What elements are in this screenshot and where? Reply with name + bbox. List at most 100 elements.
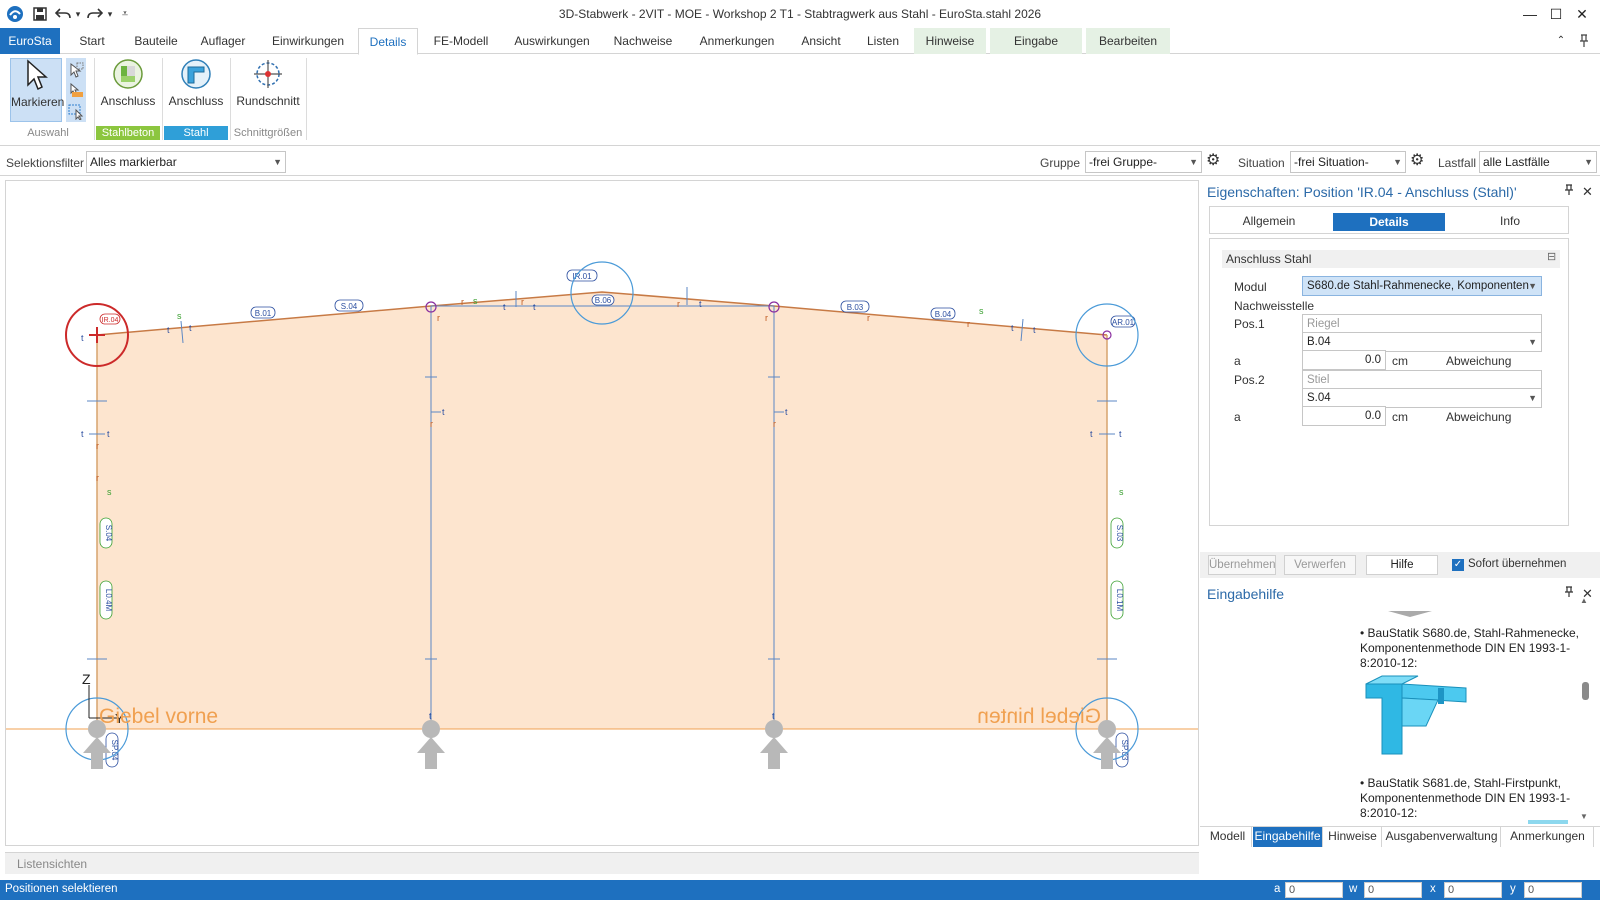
tab-ansicht[interactable]: Ansicht (794, 28, 848, 54)
tab-auswirkungen[interactable]: Auswirkungen (508, 28, 596, 54)
tag-s03-right[interactable]: S.03 (1115, 525, 1124, 542)
tab-info[interactable]: Info (1455, 211, 1565, 231)
tag-b04[interactable]: B.04 (935, 310, 952, 319)
tab-modell[interactable]: Modell (1204, 827, 1252, 847)
tag-sp03[interactable]: SP.03 (1120, 740, 1129, 761)
tag-l01[interactable]: L0.1M (1115, 589, 1124, 612)
pin-icon[interactable] (1564, 184, 1574, 199)
tab-details-props[interactable]: Details (1333, 213, 1445, 231)
tag-ar01[interactable]: AR.01 (1112, 318, 1135, 327)
a1-input[interactable]: 0.0 (1302, 350, 1386, 370)
tab-auflager[interactable]: Auflager (192, 28, 254, 54)
anschluss-stahl-button[interactable]: Anschluss (166, 58, 226, 122)
gruppe-label: Gruppe (1040, 156, 1081, 170)
collapse-icon[interactable]: ⊟ (1547, 250, 1556, 263)
lastfall-select[interactable]: alle Lastfälle ▼ (1479, 151, 1597, 173)
selektionsfilter-select[interactable]: Alles markierbar ▼ (86, 151, 286, 173)
situation-label: Situation (1238, 156, 1285, 170)
scroll-down-icon[interactable]: ▼ (1580, 812, 1588, 821)
gruppe-settings-gear-icon[interactable]: ⚙ (1206, 153, 1220, 169)
tab-ausgabenverwaltung[interactable]: Ausgabenverwaltung (1383, 827, 1501, 847)
tab-hinweise-dock[interactable]: Hinweise (1324, 827, 1382, 847)
markieren-button[interactable]: Markieren (10, 58, 64, 122)
tab-fe-modell[interactable]: FE-Modell (426, 28, 496, 54)
tag-l04[interactable]: L0.4M (104, 589, 113, 612)
close-icon[interactable]: ✕ (1582, 184, 1593, 200)
help-scrollbar[interactable]: ▲ ▼ (1580, 596, 1590, 821)
tab-listen[interactable]: Listen (858, 28, 908, 54)
a2-abweichung[interactable]: Abweichung (1446, 410, 1511, 424)
tag-sp04[interactable]: SP.04 (110, 740, 119, 761)
pos2-select[interactable]: S.04 ▼ (1302, 388, 1542, 408)
maximize-button[interactable]: ☐ (1543, 3, 1569, 25)
select-window-icon[interactable] (68, 104, 84, 123)
tag-s04-top[interactable]: S.04 (341, 302, 358, 311)
tag-b06[interactable]: B.06 (595, 296, 612, 305)
sofort-checkbox[interactable]: ✓ (1452, 559, 1464, 571)
tab-anmerkungen-dock[interactable]: Anmerkungen (1502, 827, 1594, 847)
hilfe-button[interactable]: Hilfe (1366, 555, 1438, 575)
a1-label: a (1234, 354, 1241, 368)
ribbon-panel: Markieren Auswahl Anschluss Stahlbeton A… (0, 54, 1600, 146)
anschluss-stahlbeton-button[interactable]: Anschluss (98, 58, 158, 122)
tab-bauteile[interactable]: Bauteile (124, 28, 188, 54)
coord-a-input[interactable]: 0 (1285, 882, 1343, 898)
tab-nachweise[interactable]: Nachweise (606, 28, 680, 54)
situation-select[interactable]: -frei Situation- ▼ (1290, 151, 1406, 173)
coord-x-input[interactable]: 0 (1444, 882, 1502, 898)
tab-start[interactable]: Start (66, 28, 118, 54)
tab-anmerkungen[interactable]: Anmerkungen (690, 28, 784, 54)
uebernehmen-button[interactable]: Übernehmen (1208, 555, 1276, 575)
verwerfen-button[interactable]: Verwerfen (1284, 555, 1356, 575)
rundschnitt-label: Rundschnitt (236, 94, 300, 108)
coord-w-input[interactable]: 0 (1364, 882, 1422, 898)
svg-text:r: r (867, 313, 870, 323)
collapse-ribbon-icon[interactable]: ⌃ (1554, 28, 1568, 54)
listensichten-label[interactable]: Listensichten (17, 857, 87, 871)
pos1-select[interactable]: B.04 ▼ (1302, 332, 1542, 352)
tag-ir04[interactable]: IR.04 (102, 317, 119, 324)
scroll-up-icon[interactable]: ▲ (1580, 596, 1588, 605)
tab-bearbeiten[interactable]: Bearbeiten (1086, 28, 1170, 54)
tab-einwirkungen[interactable]: Einwirkungen (264, 28, 352, 54)
chevron-down-icon: ▼ (1189, 157, 1198, 167)
chevron-down-icon: ▼ (1528, 281, 1537, 291)
modul-select[interactable]: S680.de Stahl-Rahmenecke, Komponenten ▼ (1302, 276, 1542, 296)
tab-eingabe[interactable]: Eingabe (990, 28, 1082, 54)
pos1-value: B.04 (1307, 336, 1331, 348)
rundschnitt-button[interactable]: Rundschnitt (234, 58, 302, 122)
tab-hinweise[interactable]: Hinweise (914, 28, 986, 54)
model-canvas[interactable]: t t t r r s t t s t r t r t t s s r r t … (5, 180, 1199, 846)
tag-b03[interactable]: B.03 (847, 303, 864, 312)
help-item-s681[interactable]: • BauStatik S681.de, Stahl-Firstpunkt, K… (1360, 776, 1580, 821)
close-button[interactable]: ✕ (1569, 3, 1595, 25)
a1-abweichung[interactable]: Abweichung (1446, 354, 1511, 368)
svg-text:r: r (677, 299, 680, 309)
gruppe-select[interactable]: -frei Gruppe- ▼ (1085, 151, 1202, 173)
tab-eurosta[interactable]: EuroSta (0, 28, 60, 54)
a1-unit: cm (1392, 354, 1408, 368)
pos1-label: Pos.1 (1234, 317, 1265, 331)
situation-settings-gear-icon[interactable]: ⚙ (1410, 153, 1424, 169)
tab-allgemein[interactable]: Allgemein (1214, 211, 1324, 231)
select-area-icon[interactable] (68, 82, 84, 101)
help-item-s680[interactable]: • BauStatik S680.de, Stahl-Rahmenecke, K… (1360, 626, 1580, 671)
pin-icon[interactable] (1564, 586, 1574, 601)
tag-s04-left[interactable]: S.04 (104, 525, 113, 542)
tag-b01[interactable]: B.01 (255, 309, 272, 318)
minimize-button[interactable]: — (1517, 3, 1543, 25)
tab-details[interactable]: Details (358, 28, 418, 55)
select-single-icon[interactable] (68, 62, 84, 81)
a2-input[interactable]: 0.0 (1302, 406, 1386, 426)
coord-y-input[interactable]: 0 (1524, 882, 1582, 898)
pin-ribbon-icon[interactable] (1576, 28, 1592, 54)
section-header[interactable]: Anschluss Stahl ⊟ (1222, 250, 1560, 268)
structure-drawing[interactable]: t t t r r s t t s t r t r t t s s r r t … (6, 181, 1199, 846)
scroll-thumb[interactable] (1582, 682, 1589, 700)
tab-eingabehilfe[interactable]: Eingabehilfe (1253, 827, 1323, 847)
coord-x-label: x (1430, 883, 1436, 895)
chevron-down-icon: ▼ (273, 157, 282, 167)
group-label-stahlbeton: Stahlbeton (96, 126, 160, 140)
list-views-bar[interactable]: Listensichten (5, 852, 1199, 874)
chevron-down-icon: ▼ (1528, 393, 1537, 403)
